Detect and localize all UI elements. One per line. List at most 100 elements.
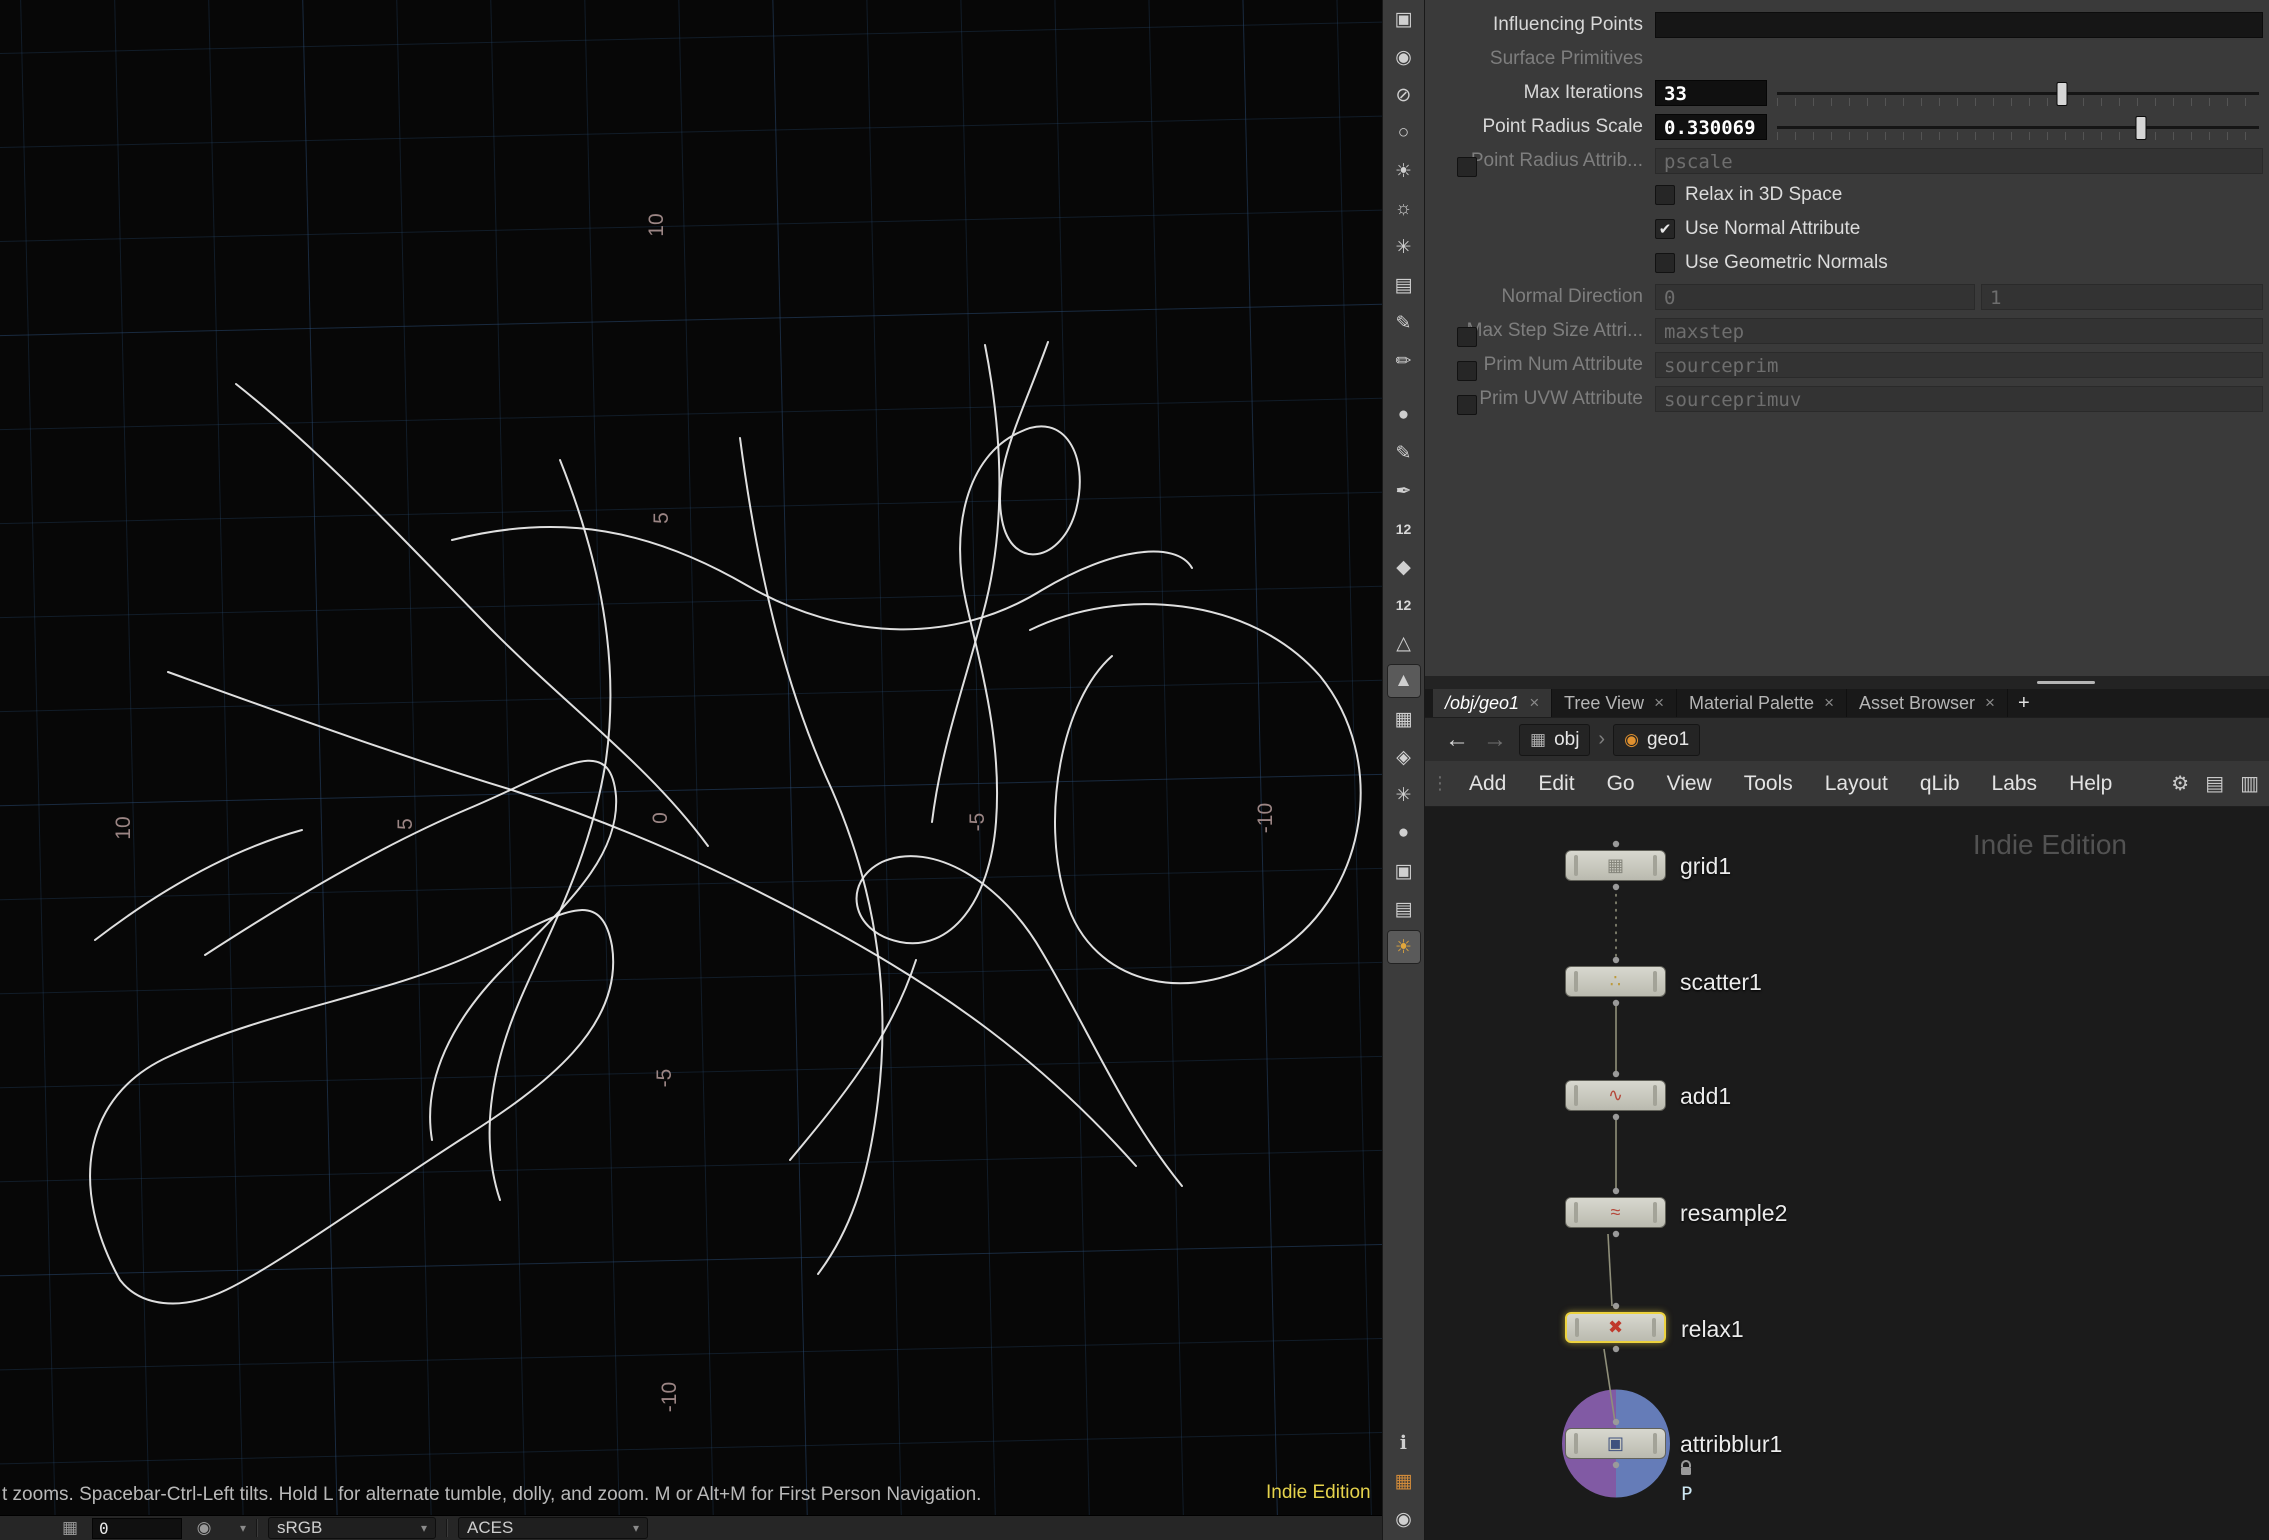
- node-output-connector[interactable]: [1613, 1231, 1619, 1237]
- node-attribblur1[interactable]: ▣attribblur1: [1565, 1428, 1666, 1459]
- info-icon[interactable]: ℹ: [1387, 1426, 1421, 1460]
- frame-12-icon[interactable]: 12: [1387, 512, 1421, 546]
- orbit-icon[interactable]: ○: [1387, 116, 1421, 150]
- frame-field[interactable]: 0: [92, 1518, 182, 1539]
- field-prim-uvw-attribute[interactable]: sourceprimuv: [1655, 386, 2263, 412]
- ink-pen-icon[interactable]: ✒: [1387, 474, 1421, 508]
- tab-close-icon[interactable]: ×: [1529, 693, 1539, 713]
- pen-icon[interactable]: ✏: [1387, 344, 1421, 378]
- view-transform-select[interactable]: ACES ▾: [458, 1517, 648, 1539]
- node-relax1[interactable]: ✖relax1: [1565, 1312, 1666, 1343]
- tab-tree-view[interactable]: Tree View×: [1552, 689, 1677, 717]
- node-scatter1[interactable]: ∴scatter1: [1565, 966, 1666, 997]
- checkbox-prim-uvw-attribute[interactable]: [1457, 395, 1477, 415]
- checkbox-point-radius-attrib[interactable]: [1457, 157, 1477, 177]
- node-output-connector[interactable]: [1613, 1346, 1619, 1352]
- node-wire[interactable]: [1608, 1234, 1612, 1306]
- menu-help[interactable]: Help: [2053, 761, 2128, 807]
- scene-viewport[interactable]: 1050-5-10105-5-10 t zooms. Spacebar-Ctrl…: [0, 0, 1382, 1515]
- flipbook-icon[interactable]: ▦: [58, 1518, 82, 1538]
- menu-go[interactable]: Go: [1591, 761, 1651, 807]
- slider-point-radius-scale[interactable]: [1773, 113, 2263, 141]
- back-arrow-icon[interactable]: ←: [1443, 726, 1471, 754]
- menu-labs[interactable]: Labs: [1976, 761, 2054, 807]
- node-input-connector[interactable]: [1613, 841, 1619, 847]
- network-editor-canvas[interactable]: Indie Edition ▦grid1∴scatter1∿add1≈resam…: [1425, 807, 2269, 1540]
- brush-icon[interactable]: ✎: [1387, 306, 1421, 340]
- menu-layout[interactable]: Layout: [1809, 761, 1904, 807]
- detail-view-icon[interactable]: ▥: [2240, 771, 2259, 796]
- node-output-connector[interactable]: [1613, 884, 1619, 890]
- snapshot-camera-icon[interactable]: ◉: [192, 1518, 216, 1538]
- breadcrumb-obj[interactable]: ▦obj: [1519, 724, 1590, 756]
- sculpt-icon[interactable]: ✎: [1387, 436, 1421, 470]
- node-output-connector[interactable]: [1613, 1114, 1619, 1120]
- tab-asset-browser[interactable]: Asset Browser×: [1847, 689, 2008, 717]
- snap-disabled-icon[interactable]: ⊘: [1387, 78, 1421, 112]
- node-output-connector[interactable]: [1613, 1000, 1619, 1006]
- material-icon[interactable]: ◈: [1387, 740, 1421, 774]
- disc-icon[interactable]: ●: [1387, 816, 1421, 850]
- slider-max-iterations[interactable]: [1773, 79, 2263, 107]
- checkbox-use-normal-attribute[interactable]: ✔: [1655, 219, 1675, 239]
- checkbox-use-geometric-normals[interactable]: [1655, 253, 1675, 273]
- checkbox-prim-num-attribute[interactable]: [1457, 361, 1477, 381]
- checkbox-max-step-size-attrib[interactable]: [1457, 327, 1477, 347]
- camera-icon[interactable]: ◉: [1387, 1502, 1421, 1536]
- frame-12-alt-icon[interactable]: 12: [1387, 588, 1421, 622]
- snapshot-icon[interactable]: ▤: [1387, 268, 1421, 302]
- headlight-icon[interactable]: ☀: [1387, 154, 1421, 188]
- value-max-iterations[interactable]: 33: [1655, 80, 1767, 106]
- value-point-radius-scale[interactable]: 0.330069: [1655, 114, 1767, 140]
- field-normal-direction-0[interactable]: 0: [1655, 284, 1975, 310]
- node-input-connector[interactable]: [1613, 1071, 1619, 1077]
- view-image-icon[interactable]: ▲: [1387, 664, 1421, 698]
- image-plane-icon[interactable]: ▦: [1387, 702, 1421, 736]
- light-icon[interactable]: ☼: [1387, 192, 1421, 226]
- customize-tools-icon[interactable]: ⚙: [2171, 771, 2189, 796]
- node-output-connector[interactable]: [1613, 1462, 1619, 1468]
- scatter-tool-icon[interactable]: ✳: [1387, 778, 1421, 812]
- tab-close-icon[interactable]: ×: [1654, 693, 1664, 713]
- menu-qlib[interactable]: qLib: [1904, 761, 1976, 807]
- dot-tool-icon[interactable]: ●: [1387, 398, 1421, 432]
- menu-edit[interactable]: Edit: [1522, 761, 1590, 807]
- tab-close-icon[interactable]: ×: [1985, 693, 1995, 713]
- pane-divider[interactable]: [1425, 676, 2269, 689]
- character-tool-icon[interactable]: ✳: [1387, 230, 1421, 264]
- tab-close-icon[interactable]: ×: [1824, 693, 1834, 713]
- slider-handle-point-radius-scale[interactable]: [2135, 116, 2146, 140]
- node-add1[interactable]: ∿add1: [1565, 1080, 1666, 1111]
- snapshot-caret-icon[interactable]: ▾: [240, 1521, 246, 1535]
- field-point-radius-attrib[interactable]: pscale: [1655, 148, 2263, 174]
- forward-arrow-icon[interactable]: →: [1481, 726, 1509, 754]
- stamp-icon[interactable]: ◆: [1387, 550, 1421, 584]
- node-resample2[interactable]: ≈resample2: [1565, 1197, 1666, 1228]
- field-influencing-points[interactable]: [1655, 12, 2263, 38]
- node-input-connector[interactable]: [1613, 957, 1619, 963]
- node-input-connector[interactable]: [1613, 1419, 1619, 1425]
- node-input-connector[interactable]: [1613, 1303, 1619, 1309]
- thumbnail-icon[interactable]: ▤: [1387, 892, 1421, 926]
- field-prim-num-attribute[interactable]: sourceprim: [1655, 352, 2263, 378]
- new-tab-button[interactable]: +: [2008, 689, 2040, 717]
- list-view-icon[interactable]: ▤: [2205, 771, 2224, 796]
- grid-cell-icon[interactable]: ▣: [1387, 854, 1421, 888]
- layout-grid-icon[interactable]: ▦: [1387, 1464, 1421, 1498]
- checkbox-relax-in-3d-space[interactable]: [1655, 185, 1675, 205]
- menu-tools[interactable]: Tools: [1728, 761, 1809, 807]
- slider-handle-max-iterations[interactable]: [2057, 82, 2068, 106]
- ruler-icon[interactable]: △: [1387, 626, 1421, 660]
- tab-material-palette[interactable]: Material Palette×: [1677, 689, 1847, 717]
- lamp-icon[interactable]: ☀: [1387, 930, 1421, 964]
- snap-magnet-icon[interactable]: ◉: [1387, 40, 1421, 74]
- node-grid1[interactable]: ▦grid1: [1565, 850, 1666, 881]
- pane-scrollbar[interactable]: [2037, 681, 2095, 684]
- menu-view[interactable]: View: [1651, 761, 1728, 807]
- display-colorspace-select[interactable]: sRGB ▾: [268, 1517, 436, 1539]
- menu-add[interactable]: Add: [1453, 761, 1522, 807]
- node-input-connector[interactable]: [1613, 1188, 1619, 1194]
- tab--obj-geo1[interactable]: /obj/geo1×: [1433, 689, 1552, 717]
- secure-selection-icon[interactable]: ▣: [1387, 2, 1421, 36]
- field-max-step-size-attrib[interactable]: maxstep: [1655, 318, 2263, 344]
